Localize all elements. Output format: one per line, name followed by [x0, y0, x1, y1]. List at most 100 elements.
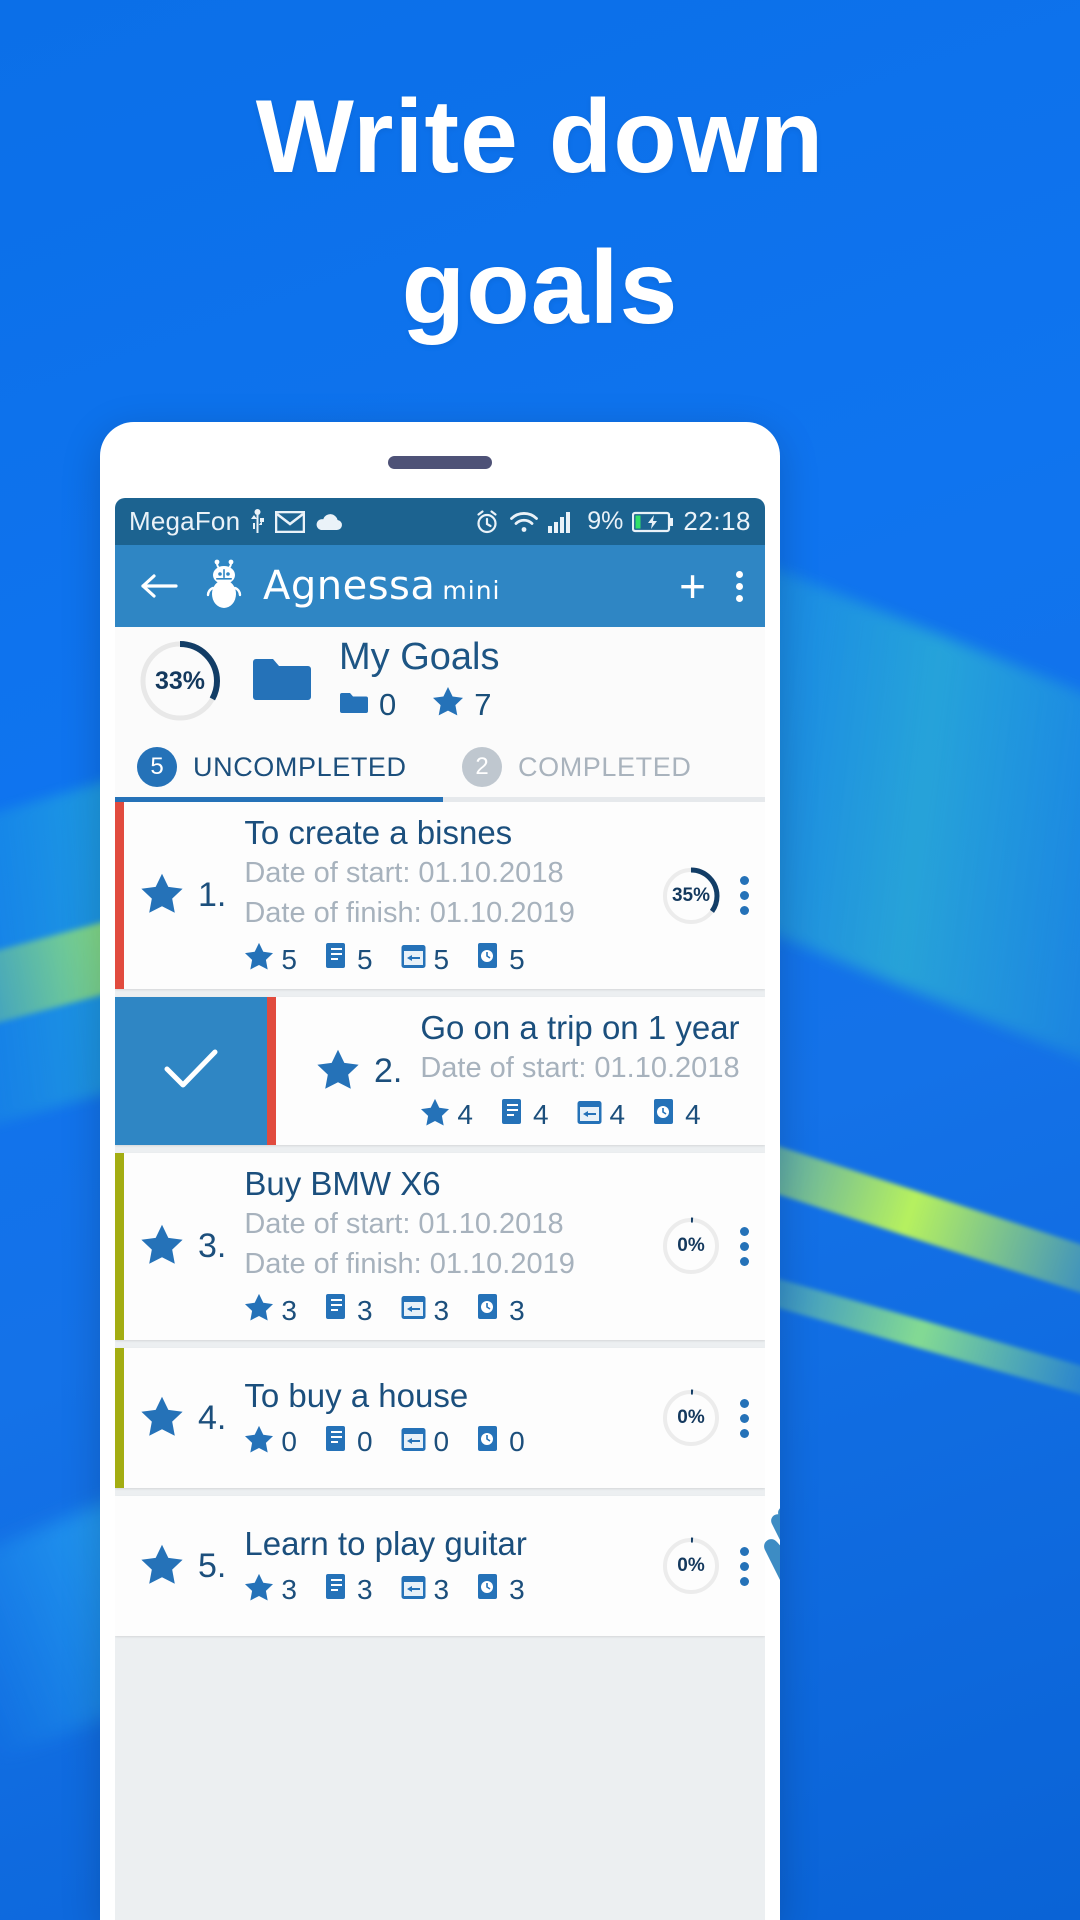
goal-list-item[interactable]: 2. Go on a trip on 1 year Date of start: 0…: [115, 997, 765, 1145]
tab-uncompleted[interactable]: 5 UNCOMPLETED: [115, 735, 440, 799]
add-goal-button[interactable]: +: [679, 563, 706, 609]
goal-content: 5. Learn to play guitar 3 3 3 3 0%: [124, 1496, 765, 1636]
star-icon: [140, 1395, 184, 1442]
signal-icon: [548, 511, 578, 533]
goal-counts: 4 4 4 4: [420, 1098, 755, 1133]
goal-index: 3.: [198, 1226, 227, 1265]
calendar-icon: [400, 1293, 427, 1328]
overall-progress-label: 33%: [154, 666, 206, 695]
goal-priority-edge: [115, 1496, 124, 1636]
brand-suffix: mini: [442, 576, 501, 605]
goal-actions: 0%: [660, 1535, 755, 1597]
goal-priority-edge: [267, 997, 276, 1145]
calendar-count: 0: [433, 1426, 450, 1458]
star-icon: [244, 942, 274, 977]
calendar-count: 3: [433, 1574, 450, 1606]
calendar-icon: [400, 942, 427, 977]
battery-percent-label: 9%: [587, 507, 624, 535]
goal-progress-ring: 0%: [660, 1535, 722, 1597]
star-count: 3: [281, 1574, 297, 1606]
goal-progress-label: 0%: [677, 1407, 705, 1429]
goal-star-index: 3.: [140, 1223, 226, 1270]
star-icon: [140, 1543, 184, 1590]
headline-line-1: Write down: [255, 79, 825, 195]
goal-title: To create a bisnes: [244, 814, 513, 851]
star-count: 5: [281, 943, 297, 975]
goal-content: 1. To create a bisnes Date of start: 01.10…: [124, 802, 765, 989]
clock-label: 22:18: [683, 506, 751, 536]
task-count: 4: [685, 1099, 701, 1131]
cloud-icon: [314, 512, 344, 532]
subfolder-count: 0: [379, 686, 397, 722]
promo-headline: Write down goals: [0, 62, 1080, 364]
goal-date-finish: Date of finish: 01.10.2019: [244, 1247, 575, 1280]
goal-title: Learn to play guitar: [244, 1524, 527, 1562]
goal-overflow-menu-icon[interactable]: [740, 876, 749, 916]
star-icon: [140, 872, 184, 919]
tab-completed[interactable]: 2 COMPLETED: [440, 735, 765, 799]
note-count: 3: [356, 1294, 373, 1326]
check-icon: [163, 1047, 219, 1096]
status-bar-right: 9% 22:18: [474, 506, 751, 537]
goal-overflow-menu-icon[interactable]: [740, 1226, 749, 1266]
goal-list-item[interactable]: 1. To create a bisnes Date of start: 01.10…: [115, 802, 765, 990]
goal-list[interactable]: 1. To create a bisnes Date of start: 01.10…: [115, 802, 765, 1920]
goal-details: Buy BMW X6 Date of start: 01.10.2018 Date …: [244, 1165, 660, 1328]
goal-actions: 0%: [660, 1387, 755, 1449]
goal-progress-ring: 0%: [660, 1387, 722, 1449]
folder-title: My Goals: [339, 636, 500, 679]
goal-list-item[interactable]: 3. Buy BMW X6 Date of start: 01.10.2018 Dat…: [115, 1152, 765, 1341]
goal-overflow-menu-icon[interactable]: [740, 1546, 749, 1586]
goal-progress-ring: 0%: [660, 1215, 722, 1277]
status-bar-left: MegaFon: [129, 506, 344, 537]
goal-date-start: Date of start: 01.10.2018: [244, 1207, 564, 1240]
overall-progress-ring: 33%: [137, 638, 223, 724]
goal-counts: 0 0 0 0: [244, 1425, 660, 1460]
task-count: 0: [509, 1426, 525, 1458]
battery-charging-icon: [632, 511, 674, 533]
goal-title: Buy BMW X6: [244, 1164, 441, 1202]
tab-bar: 5 UNCOMPLETED 2 COMPLETED: [115, 735, 765, 799]
task-count: 5: [509, 943, 525, 975]
robot-logo-icon: [199, 559, 249, 613]
complete-goal-action[interactable]: [115, 997, 267, 1145]
back-arrow-icon[interactable]: [137, 564, 181, 608]
goal-list-item[interactable]: 5. Learn to play guitar 3 3 3 3 0%: [115, 1496, 765, 1637]
note-icon: [500, 1098, 526, 1133]
star-icon: [244, 1425, 274, 1460]
status-bar: MegaFon 9% 22:18: [115, 498, 765, 545]
goal-details: To buy a house 0 0 0 0: [244, 1377, 660, 1460]
star-icon: [140, 1223, 184, 1270]
goal-overflow-menu-icon[interactable]: [740, 1398, 749, 1438]
usb-icon: [249, 508, 266, 535]
star-count: 7: [474, 686, 492, 722]
tab-uncompleted-badge: 5: [137, 747, 177, 787]
star-count: 3: [281, 1294, 297, 1326]
note-count: 3: [356, 1574, 373, 1606]
note-count: 4: [532, 1099, 549, 1131]
task-icon: [476, 1293, 502, 1328]
goal-list-item[interactable]: 4. To buy a house 0 0 0 0 0%: [115, 1348, 765, 1489]
calendar-count: 4: [609, 1099, 626, 1131]
goal-counts: 3 3 3 3: [244, 1293, 660, 1328]
goal-date-finish: Date of finish: 01.10.2019: [244, 897, 575, 930]
task-icon: [476, 1425, 502, 1460]
goal-progress-label: 0%: [677, 1555, 705, 1577]
alarm-icon: [474, 509, 500, 535]
task-icon: [476, 1573, 502, 1608]
star-icon: [420, 1098, 450, 1133]
note-icon: [324, 1573, 350, 1608]
goal-star-index: 4.: [140, 1395, 226, 1442]
star-icon: [244, 1293, 274, 1328]
goal-progress-label: 0%: [677, 1235, 705, 1257]
carrier-label: MegaFon: [129, 506, 241, 536]
goal-index: 1.: [198, 876, 227, 915]
goal-index: 5.: [198, 1546, 227, 1585]
brand-name: Agnessa: [263, 563, 436, 609]
note-icon: [324, 1425, 350, 1460]
goal-date-start: Date of start: 01.10.2018: [420, 1052, 740, 1085]
note-icon: [324, 942, 350, 977]
goal-star-index: 1.: [140, 872, 226, 919]
goal-index: 2.: [374, 1051, 403, 1090]
overflow-menu-icon[interactable]: [736, 570, 743, 602]
